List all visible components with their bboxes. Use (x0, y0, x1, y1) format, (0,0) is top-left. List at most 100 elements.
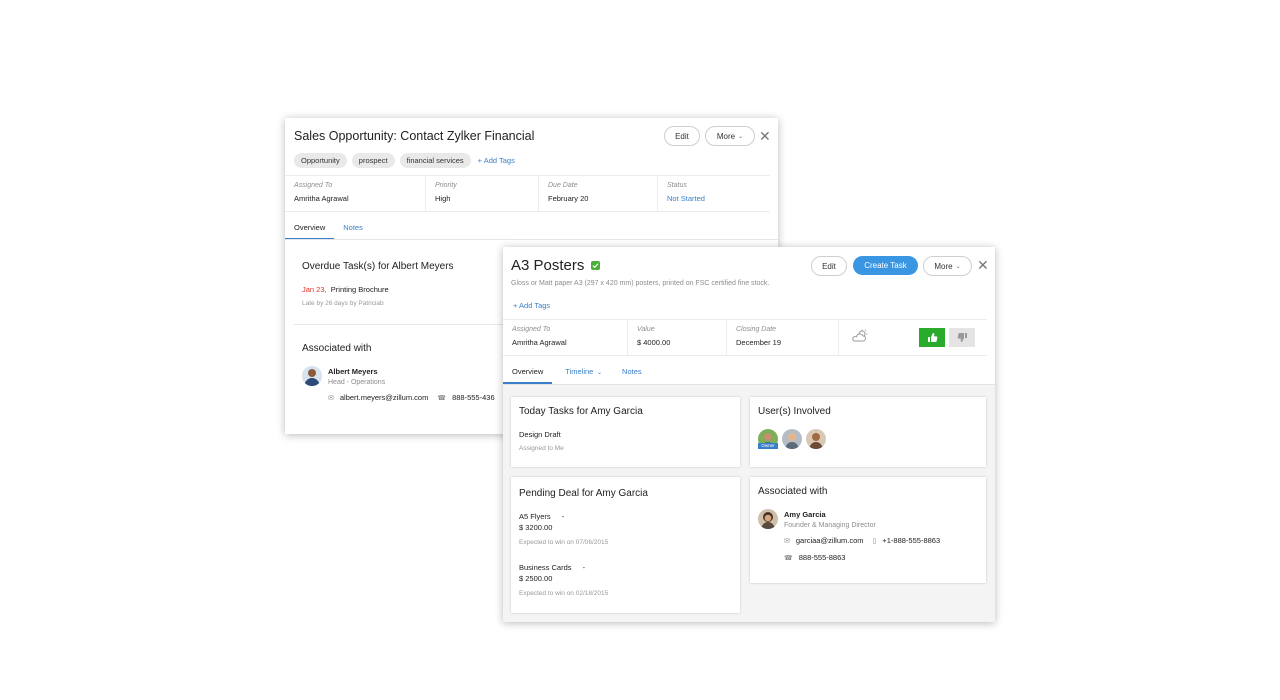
today-tasks-title: Today Tasks for Amy Garcia (519, 406, 643, 417)
phone-icon: ☎ (784, 554, 793, 562)
field-label: Closing Date (736, 326, 777, 333)
deal-description: Gloss or Matt paper A3 (297 x 420 mm) po… (511, 280, 770, 287)
field-label: Status (667, 182, 687, 189)
deal-expected: Expected to win on 02/18/2015 (519, 590, 609, 597)
field-label: Assigned To (512, 326, 551, 333)
contact-name[interactable]: Albert Meyers (328, 367, 378, 376)
tag[interactable]: prospect (351, 153, 395, 168)
field-label: Assigned To (294, 182, 333, 189)
chevron-down-icon: ⌄ (955, 263, 961, 270)
contact-email-row: ✉ garciaa@zillum.com ▯ +1-888-555-8863 (784, 536, 940, 545)
deal-title-row: A3 Posters (511, 257, 601, 274)
tab-overview[interactable]: Overview (503, 364, 553, 384)
deal-detail-card: A3 Posters Edit Create Task More ⌄ ✕ Glos… (503, 247, 995, 622)
field-value: December 19 (736, 338, 782, 347)
forecast-and-vote (839, 320, 987, 355)
mail-icon: ✉ (328, 394, 334, 402)
field-value-amount: Value $ 4000.00 (628, 320, 727, 355)
field-value: High (435, 194, 451, 203)
tag[interactable]: Opportunity (294, 153, 347, 168)
owner-badge: Owner (758, 443, 778, 449)
tab-timeline[interactable]: Timeline ⌄ (556, 364, 611, 384)
field-status: Status Not Started (658, 176, 770, 211)
overdue-title: Overdue Task(s) for Albert Meyers (302, 261, 454, 272)
edit-label: Edit (822, 261, 836, 271)
today-tasks-panel: Today Tasks for Amy Garcia Design Draft … (511, 397, 740, 467)
tag[interactable]: financial services (399, 153, 471, 168)
check-badge-icon (591, 261, 601, 270)
chevron-down-icon: ⌄ (595, 370, 603, 376)
add-tags-link[interactable]: + Add Tags (513, 301, 550, 310)
field-value[interactable]: Not Started (667, 194, 761, 203)
field-priority: Priority High (426, 176, 539, 211)
tab-timeline-label: Timeline (565, 367, 594, 376)
field-value: $ 4000.00 (637, 338, 671, 347)
thumbs-down-icon[interactable] (949, 328, 975, 347)
field-assigned-to: Assigned To Amritha Agrawal (503, 320, 628, 355)
field-value: Amritha Agrawal (512, 338, 567, 347)
contact-mobile[interactable]: +1-888-555-8863 (882, 536, 940, 545)
edit-button[interactable]: Edit (811, 256, 847, 276)
pending-deal-panel: Pending Deal for Amy Garcia A5 Flyers - … (511, 477, 740, 613)
close-icon[interactable]: ✕ (759, 129, 771, 143)
edit-button[interactable]: Edit (664, 126, 700, 146)
field-value: February 20 (548, 194, 589, 203)
more-button[interactable]: More ⌄ (923, 256, 972, 276)
associated-panel: Associated with Amy Garcia Founder & Man… (750, 477, 986, 583)
avatar (758, 509, 778, 529)
field-due-date: Due Date February 20 (539, 176, 658, 211)
tab-notes[interactable]: Notes (334, 220, 372, 240)
add-tags-link[interactable]: + Add Tags (478, 156, 515, 165)
overdue-task: Jan 23, Printing Brochure (302, 285, 389, 294)
tab-bar: Overview Timeline ⌄ Notes (503, 364, 651, 384)
deal-name[interactable]: A5 Flyers (519, 512, 551, 521)
field-label: Priority (435, 182, 457, 189)
tab-overview[interactable]: Overview (285, 220, 335, 240)
thumbs-up-icon[interactable] (919, 328, 945, 347)
close-icon[interactable]: ✕ (977, 258, 989, 272)
overdue-note: Late by 26 days by Patriciab (302, 300, 384, 307)
task-title: Sales Opportunity: Contact Zylker Financ… (294, 129, 535, 143)
contact-email[interactable]: garciaa@zillum.com (796, 536, 864, 545)
tab-divider (285, 239, 778, 240)
contact-role: Founder & Managing Director (784, 522, 876, 529)
contact-email-row: ✉ albert.meyers@zillum.com ☎ 888-555-436 (328, 393, 495, 402)
tag-list: Opportunity prospect financial services … (294, 153, 515, 168)
contact-role: Head - Operations (328, 379, 386, 386)
task-assignee: Assigned to Me (519, 445, 564, 452)
deal-item: A5 Flyers - (519, 512, 564, 521)
user-avatar[interactable] (782, 429, 802, 449)
users-involved-title: User(s) Involved (758, 406, 831, 417)
contact-email[interactable]: albert.meyers@zillum.com (340, 393, 428, 402)
deal-amount: $ 3200.00 (519, 523, 553, 532)
mail-icon: ✉ (784, 537, 790, 545)
contact-phone[interactable]: 888-555-8863 (799, 553, 846, 562)
deal-expected: Expected to win on 07/06/2015 (519, 539, 609, 546)
contact-phone-row: ☎ 888-555-8863 (784, 553, 845, 562)
deal-name[interactable]: Business Cards (519, 563, 572, 572)
task-name[interactable]: Design Draft (519, 430, 561, 439)
deal-separator: - (582, 563, 586, 572)
contact-phone[interactable]: 888-555-436 (452, 393, 495, 402)
more-button[interactable]: More ⌄ (705, 126, 755, 146)
mobile-icon: ▯ (872, 537, 877, 545)
overdue-date: Jan 23, (302, 285, 327, 294)
pending-deal-title: Pending Deal for Amy Garcia (519, 488, 648, 499)
create-task-button[interactable]: Create Task (853, 256, 918, 275)
phone-icon: ☎ (437, 394, 447, 402)
deal-amount: $ 2500.00 (519, 574, 553, 583)
user-avatar[interactable] (806, 429, 826, 449)
overdue-task-name[interactable]: Printing Brochure (331, 285, 389, 294)
create-task-label: Create Task (864, 261, 907, 270)
users-involved-panel: User(s) Involved Owner (750, 397, 986, 467)
field-assigned-to: Assigned To Amritha Agrawal (285, 176, 426, 211)
associated-title: Associated with (758, 486, 828, 497)
deal-title: A3 Posters (511, 257, 585, 274)
partly-cloudy-icon (851, 329, 869, 348)
field-label: Value (637, 326, 655, 333)
contact-name[interactable]: Amy Garcia (784, 510, 826, 519)
deal-fields: Assigned To Amritha Agrawal Value $ 4000… (503, 319, 987, 356)
field-label: Due Date (548, 182, 578, 189)
tab-notes[interactable]: Notes (613, 364, 651, 384)
task-fields: Assigned To Amritha Agrawal Priority Hig… (285, 175, 770, 212)
